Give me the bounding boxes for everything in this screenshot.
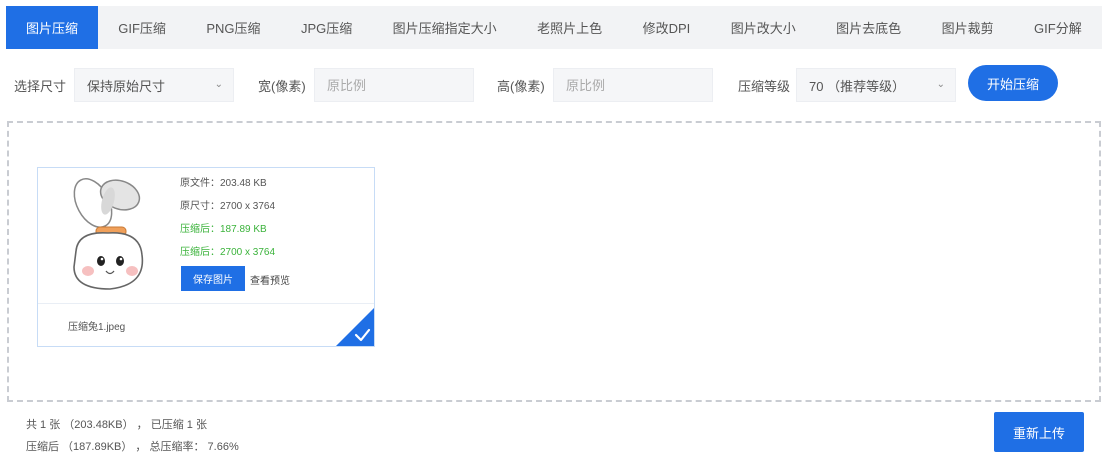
file-name: 压缩兔1.jpeg [68, 322, 126, 333]
tab-jpg-compress[interactable]: JPG压缩 [281, 6, 373, 49]
tab-gif-split[interactable]: GIF分解 [1014, 6, 1102, 49]
tab-label: 图片改大小 [730, 21, 796, 36]
size-select[interactable]: 保持原始尺寸 ⌄ [74, 68, 234, 102]
chevron-down-icon: ⌄ [936, 79, 945, 90]
card-divider [38, 303, 374, 304]
reupload-button[interactable]: 重新上传 [994, 412, 1084, 452]
upload-dropzone[interactable]: 原文件：203.48 KB 原尺寸：2700 x 3764 压缩后：187.89… [7, 121, 1101, 402]
tab-label: GIF压缩 [118, 21, 166, 36]
tab-image-compress[interactable]: 图片压缩 [6, 6, 98, 49]
tab-png-compress[interactable]: PNG压缩 [186, 6, 281, 49]
tab-colorize-photo[interactable]: 老照片上色 [517, 6, 622, 49]
tab-compress-to-size[interactable]: 图片压缩指定大小 [372, 6, 516, 49]
level-select-value: 70 （推荐等级） [809, 78, 906, 94]
file-card: 原文件：203.48 KB 原尺寸：2700 x 3764 压缩后：187.89… [37, 167, 375, 347]
bunny-illustration [73, 178, 144, 290]
compress-options: 选择尺寸 保持原始尺寸 ⌄ 宽(像素) 高(像素) 压缩等级 70 （推荐等级）… [0, 60, 1108, 106]
height-input[interactable] [553, 68, 713, 102]
tab-label: PNG压缩 [206, 21, 261, 36]
tab-change-dpi[interactable]: 修改DPI [622, 6, 710, 49]
tab-gif-compress[interactable]: GIF压缩 [98, 6, 186, 49]
tab-crop-image[interactable]: 图片裁剪 [921, 6, 1013, 49]
tab-label: 老照片上色 [537, 21, 603, 36]
selected-check-icon [336, 308, 374, 346]
file-meta: 原文件：203.48 KB 原尺寸：2700 x 3764 压缩后：187.89… [180, 176, 275, 268]
width-input[interactable] [314, 68, 474, 102]
app-root: 图片压缩 GIF压缩 PNG压缩 JPG压缩 图片压缩指定大小 老照片上色 修改… [0, 0, 1108, 464]
summary-total: 共 1 张 （203.48KB） ， 已压缩 1 张 [26, 419, 207, 431]
image-thumbnail[interactable] [48, 173, 168, 298]
chevron-down-icon: ⌄ [214, 79, 223, 90]
tab-resize-image[interactable]: 图片改大小 [710, 6, 815, 49]
size-select-value: 保持原始尺寸 [87, 78, 166, 94]
tab-label: 图片压缩 [25, 21, 78, 36]
original-size: 原文件：203.48 KB [180, 178, 267, 189]
tab-label: JPG压缩 [300, 21, 353, 36]
tab-label: 图片压缩指定大小 [392, 21, 497, 36]
height-label: 高(像素) [497, 79, 545, 94]
original-dimensions: 原尺寸：2700 x 3764 [180, 201, 276, 212]
save-image-button[interactable]: 保存图片 [181, 266, 245, 291]
compress-summary: 共 1 张 （203.48KB） ， 已压缩 1 张 压缩后 （187.89KB… [26, 414, 239, 458]
width-label: 宽(像素) [258, 79, 306, 94]
level-select[interactable]: 70 （推荐等级） ⌄ [796, 68, 956, 102]
tool-tabs: 图片压缩 GIF压缩 PNG压缩 JPG压缩 图片压缩指定大小 老照片上色 修改… [6, 6, 1102, 49]
tab-label: GIF分解 [1034, 21, 1082, 36]
start-compress-button[interactable]: 开始压缩 [968, 65, 1058, 101]
summary-compressed: 压缩后 （187.89KB） ， 总压缩率： 7.66% [26, 441, 239, 453]
level-label: 压缩等级 [738, 79, 791, 94]
tab-label: 修改DPI [642, 21, 691, 36]
tab-remove-background[interactable]: 图片去底色 [816, 6, 921, 49]
compressed-size: 压缩后：187.89 KB [180, 224, 267, 235]
tab-label: 图片去底色 [836, 21, 902, 36]
view-preview-link[interactable]: 查看预览 [250, 272, 290, 287]
compressed-dimensions: 压缩后：2700 x 3764 [180, 247, 276, 258]
size-label: 选择尺寸 [14, 79, 67, 94]
tab-label: 图片裁剪 [941, 21, 994, 36]
